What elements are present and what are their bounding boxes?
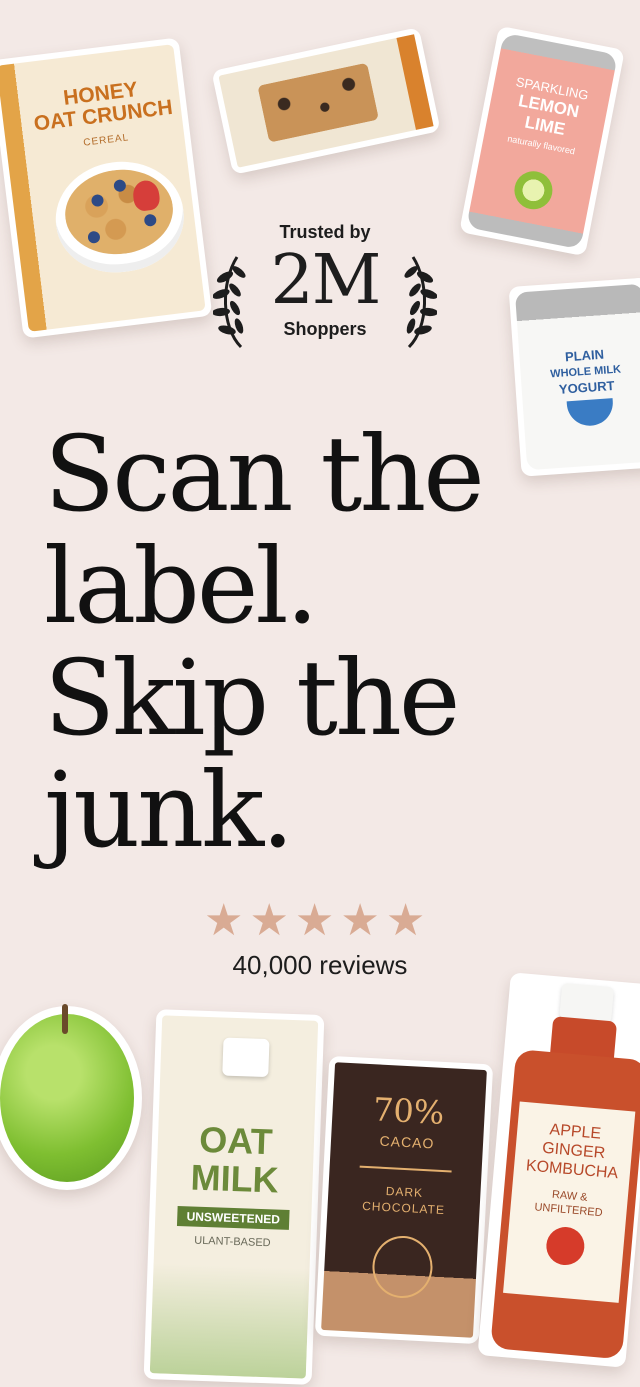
wrapper-end <box>396 34 434 130</box>
star-icon: ★ <box>204 895 244 946</box>
granola-bar-image <box>211 27 441 175</box>
cacao-pod-icon <box>370 1234 435 1300</box>
review-count: 40,000 reviews <box>232 950 408 980</box>
headline-line-2: label. <box>44 525 319 647</box>
trusted-badge: Trusted by 2M Shoppers <box>205 222 445 349</box>
headline-line-4: junk. <box>44 749 294 871</box>
kombucha-label-line1: APPLE <box>548 1121 602 1143</box>
kombucha-bottle-image: APPLE GINGER KOMBUCHA RAW & UNFILTERED <box>477 972 640 1368</box>
milk-title-line2: MILK <box>189 1156 280 1201</box>
yogurt-label-line3: YOGURT <box>558 377 615 397</box>
can-label: SPARKLING LEMON LIME naturally flavored <box>495 72 599 161</box>
star-icon: ★ <box>249 895 289 946</box>
cereal-box-image: HONEY OAT CRUNCH CEREAL <box>0 37 213 339</box>
milk-subtitle: ULANT-BASED <box>194 1234 271 1250</box>
milk-tag: UNSWEETENED <box>176 1206 290 1230</box>
star-icon: ★ <box>385 895 426 946</box>
laurel-right-icon <box>404 256 437 349</box>
headline-line-1: Scan the <box>44 413 485 535</box>
kombucha-sub-line2: UNFILTERED <box>533 1201 604 1220</box>
chocolate-cacao: CACAO <box>379 1132 435 1152</box>
trusted-label: Trusted by <box>279 222 371 242</box>
sparkling-can-image: SPARKLING LEMON LIME naturally flavored <box>459 25 625 257</box>
apple-image <box>0 1004 142 1190</box>
apple-stem <box>62 1004 68 1034</box>
chocolate-name: DARK CHOCOLATE <box>327 1180 480 1220</box>
star-icon: ★ <box>294 895 335 946</box>
star-icon: ★ <box>340 895 380 946</box>
star-rating: ★ ★ ★ ★ ★ <box>204 898 444 944</box>
chocolate-bar-image: 70% CACAO DARK CHOCOLATE <box>314 1055 494 1345</box>
yogurt-label-line1: PLAIN <box>564 346 605 365</box>
chocolate-percent: 70% <box>372 1090 446 1132</box>
apple-illustration <box>544 1225 586 1267</box>
yogurt-bowl-icon <box>566 398 615 428</box>
headline: Scan the label. Skip the junk. <box>44 418 564 866</box>
oat-milk-carton-image: OAT MILK UNSWEETENED ULANT-BASED <box>143 1009 325 1385</box>
kombucha-label-line3: KOMBUCHA <box>525 1157 619 1183</box>
chocolate-divider <box>359 1165 452 1173</box>
milk-title: OAT MILK <box>166 1118 305 1201</box>
headline-line-3: Skip the <box>44 637 460 759</box>
cereal-title: HONEY OAT CRUNCH <box>26 74 178 136</box>
granola-window <box>257 62 379 143</box>
laurel-left-icon <box>213 256 246 349</box>
yogurt-label: PLAIN WHOLE MILK YOGURT <box>529 344 640 399</box>
chocolate-name-line2: CHOCOLATE <box>361 1198 446 1218</box>
lime-slice <box>511 167 556 213</box>
kombucha-sub-line1: RAW & <box>551 1188 589 1204</box>
kombucha-label: APPLE GINGER KOMBUCHA RAW & UNFILTERED <box>503 1101 636 1303</box>
milk-hill-graphic <box>149 1263 310 1379</box>
milk-title-line1: OAT <box>198 1118 274 1163</box>
chocolate-name-line1: DARK <box>385 1184 424 1200</box>
carton-cap <box>222 1037 270 1078</box>
kombucha-sub: RAW & UNFILTERED <box>510 1184 628 1222</box>
